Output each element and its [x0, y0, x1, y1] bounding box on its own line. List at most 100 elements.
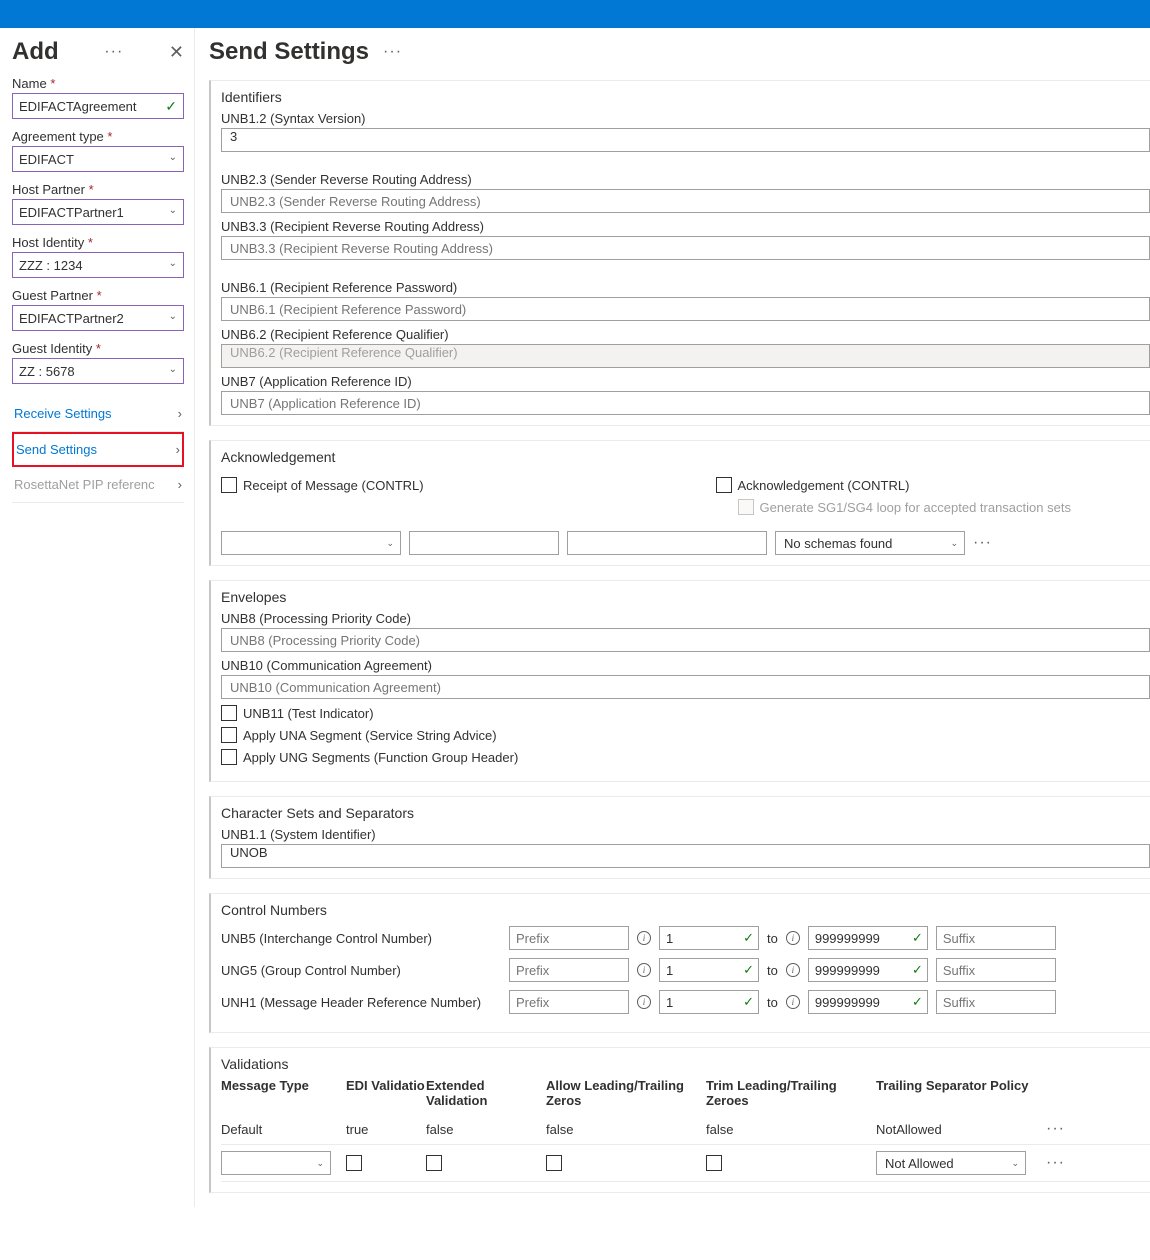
unb11-checkbox[interactable]: [221, 705, 237, 721]
receipt-checkbox[interactable]: [221, 477, 237, 493]
gen-loop-label: Generate SG1/SG4 loop for accepted trans…: [760, 500, 1071, 515]
page-more-icon[interactable]: ···: [383, 43, 402, 61]
section-charsets: Character Sets and Separators UNB1.1 (Sy…: [209, 796, 1150, 879]
ack-title: Acknowledgement: [221, 449, 1150, 465]
nav-send-settings[interactable]: Send Settings›: [12, 432, 184, 467]
ack-schema-select[interactable]: No schemas found⌄: [775, 531, 965, 555]
sidebar-panel: Add ··· ✕ Name * EDIFACTAgreement✓ Agree…: [0, 28, 195, 1207]
ack-more-icon[interactable]: ···: [973, 534, 992, 552]
unb8-input[interactable]: [221, 628, 1150, 652]
host-identity-select[interactable]: ZZZ : 1234⌄: [12, 252, 184, 278]
section-validations: Validations Message Type EDI Validatio E…: [209, 1047, 1150, 1193]
unh1-label: UNH1 (Message Header Reference Number): [221, 995, 501, 1010]
ack-select-1[interactable]: ⌄: [221, 531, 401, 555]
host-partner-select[interactable]: EDIFACTPartner1⌄: [12, 199, 184, 225]
unb23-label: UNB2.3 (Sender Reverse Routing Address): [221, 172, 1150, 187]
unb62-input[interactable]: UNB6.2 (Recipient Reference Qualifier): [221, 344, 1150, 368]
val-edi-checkbox[interactable]: [346, 1155, 362, 1171]
val-ext-checkbox[interactable]: [426, 1155, 442, 1171]
val-h4: Allow Leading/Trailing Zeros: [546, 1078, 706, 1108]
unb5-prefix[interactable]: [509, 926, 629, 950]
ctrl-title: Control Numbers: [221, 902, 1150, 918]
guest-identity-label: Guest Identity: [12, 341, 92, 356]
unh1-to[interactable]: 999999999✓: [808, 990, 928, 1014]
val-title: Validations: [221, 1056, 1150, 1072]
unb11-label: UNB11 (Test Indicator): [243, 706, 374, 721]
unh1-suffix[interactable]: [936, 990, 1056, 1014]
val-h1: Message Type: [221, 1078, 346, 1108]
section-envelopes: Envelopes UNB8 (Processing Priority Code…: [209, 580, 1150, 782]
top-bar: [0, 0, 1150, 28]
una-checkbox[interactable]: [221, 727, 237, 743]
info-icon[interactable]: i: [786, 963, 800, 977]
ung5-to[interactable]: 999999999✓: [808, 958, 928, 982]
info-icon[interactable]: i: [786, 995, 800, 1009]
unb7-input[interactable]: [221, 391, 1150, 415]
gen-loop-checkbox: [738, 499, 754, 515]
section-identifiers: Identifiers UNB1.2 (Syntax Version) 3 UN…: [209, 80, 1150, 426]
nav-rosettanet[interactable]: RosettaNet PIP referenc›: [12, 467, 184, 503]
val-row-more-icon[interactable]: ···: [1046, 1120, 1066, 1138]
guest-partner-label: Guest Partner: [12, 288, 93, 303]
ack-select-3[interactable]: [567, 531, 767, 555]
info-icon[interactable]: i: [637, 931, 651, 945]
info-icon[interactable]: i: [637, 995, 651, 1009]
val-sep-select[interactable]: Not Allowed⌄: [876, 1151, 1026, 1175]
unb33-input[interactable]: [221, 236, 1150, 260]
guest-partner-select[interactable]: EDIFACTPartner2⌄: [12, 305, 184, 331]
unb5-label: UNB5 (Interchange Control Number): [221, 931, 501, 946]
info-icon[interactable]: i: [786, 931, 800, 945]
info-icon[interactable]: i: [637, 963, 651, 977]
close-icon[interactable]: ✕: [169, 42, 184, 63]
check-icon: ✓: [165, 98, 177, 115]
section-acknowledgement: Acknowledgement Receipt of Message (CONT…: [209, 440, 1150, 566]
unb10-label: UNB10 (Communication Agreement): [221, 658, 1150, 673]
guest-identity-select[interactable]: ZZ : 5678⌄: [12, 358, 184, 384]
unb10-input[interactable]: [221, 675, 1150, 699]
unb5-to[interactable]: 999999999✓: [808, 926, 928, 950]
val-allow-checkbox[interactable]: [546, 1155, 562, 1171]
ung-label: Apply UNG Segments (Function Group Heade…: [243, 750, 518, 765]
unh1-from[interactable]: 1✓: [659, 990, 759, 1014]
agreement-type-select[interactable]: EDIFACT⌄: [12, 146, 184, 172]
val-row-more-icon[interactable]: ···: [1046, 1154, 1066, 1172]
host-partner-label: Host Partner: [12, 182, 85, 197]
val-h2: EDI Validatio: [346, 1078, 426, 1108]
unb11sys-label: UNB1.1 (System Identifier): [221, 827, 1150, 842]
ung5-suffix[interactable]: [936, 958, 1056, 982]
ack-contrl-label: Acknowledgement (CONTRL): [738, 478, 910, 493]
chevron-right-icon: ›: [178, 406, 182, 421]
unb23-input[interactable]: [221, 189, 1150, 213]
ack-select-2[interactable]: [409, 531, 559, 555]
unb61-input[interactable]: [221, 297, 1150, 321]
unb5-suffix[interactable]: [936, 926, 1056, 950]
unb12-select[interactable]: 3: [221, 128, 1150, 152]
ack-contrl-checkbox[interactable]: [716, 477, 732, 493]
identifiers-title: Identifiers: [221, 89, 1150, 105]
unb62-label: UNB6.2 (Recipient Reference Qualifier): [221, 327, 1150, 342]
una-label: Apply UNA Segment (Service String Advice…: [243, 728, 497, 743]
unb12-label: UNB1.2 (Syntax Version): [221, 111, 1150, 126]
add-title: Add: [12, 38, 59, 66]
unb8-label: UNB8 (Processing Priority Code): [221, 611, 1150, 626]
name-label: Name: [12, 76, 47, 91]
name-input[interactable]: EDIFACTAgreement✓: [12, 93, 184, 119]
ung-checkbox[interactable]: [221, 749, 237, 765]
unb5-from[interactable]: 1✓: [659, 926, 759, 950]
val-row-default: Default true false false false NotAllowe…: [221, 1114, 1150, 1145]
nav-receive-settings[interactable]: Receive Settings›: [12, 396, 184, 432]
unh1-prefix[interactable]: [509, 990, 629, 1014]
unb11sys-select[interactable]: UNOB: [221, 844, 1150, 868]
val-msgtype-select[interactable]: ⌄: [221, 1151, 331, 1175]
ung5-prefix[interactable]: [509, 958, 629, 982]
ung5-label: UNG5 (Group Control Number): [221, 963, 501, 978]
more-icon[interactable]: ···: [104, 43, 123, 61]
required-star: *: [50, 76, 55, 91]
val-trim-checkbox[interactable]: [706, 1155, 722, 1171]
chevron-down-icon: ⌄: [169, 152, 177, 163]
val-row-new: ⌄ Not Allowed⌄ ···: [221, 1145, 1150, 1182]
page-title: Send Settings: [209, 38, 369, 66]
unb61-label: UNB6.1 (Recipient Reference Password): [221, 280, 1150, 295]
ung5-from[interactable]: 1✓: [659, 958, 759, 982]
val-h5: Trim Leading/Trailing Zeroes: [706, 1078, 876, 1108]
